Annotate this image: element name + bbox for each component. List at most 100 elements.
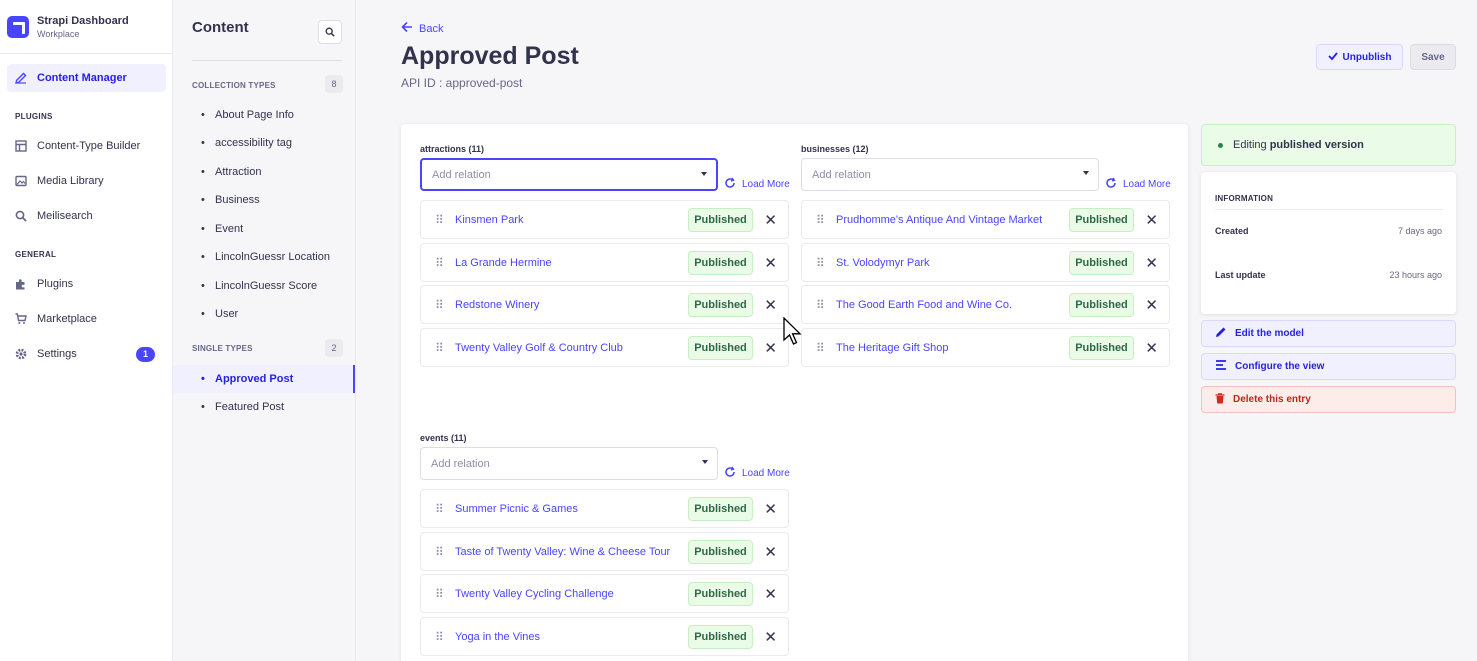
businesses-relation-select[interactable]: Add relation [801,158,1099,191]
subnav-title: Content [192,19,249,36]
remove-icon[interactable]: ✕ [764,211,777,229]
relation-link[interactable]: Redstone Winery [455,299,539,311]
status-badge: Published [688,539,753,564]
remove-icon[interactable]: ✕ [1145,254,1158,272]
configure-view-button[interactable]: Configure the view [1201,353,1456,380]
status-badge: Published [688,496,753,521]
subnav-item-label: accessibility tag [215,137,293,149]
relation-link[interactable]: Twenty Valley Golf & Country Club [455,342,623,354]
status-badge: Published [688,581,753,606]
relation-link[interactable]: St. Volodymyr Park [836,257,930,269]
drag-handle-icon[interactable]: ⠿ [435,214,444,226]
relation-row: ⠿ Twenty Valley Cycling Challenge Publis… [420,574,789,613]
trash-icon [1215,392,1225,407]
relation-link[interactable]: The Heritage Gift Shop [836,342,949,354]
remove-icon[interactable]: ✕ [764,500,777,518]
drag-handle-icon[interactable]: ⠿ [435,588,444,600]
subnav-item-lincolnguessr-location[interactable]: LincolnGuessr Location [173,243,355,271]
subnav-item-event[interactable]: Event [173,215,355,243]
subnav-item-featured-post[interactable]: Featured Post [173,393,355,421]
puzzle-icon [15,278,27,290]
load-more-label: Load More [742,179,790,190]
edit-model-button[interactable]: Edit the model [1201,320,1456,347]
remove-icon[interactable]: ✕ [764,339,777,357]
businesses-label: businesses (12) [801,144,869,154]
subnav-item-about-page-info[interactable]: About Page Info [173,101,355,129]
divider [1215,209,1443,210]
chevron-down-icon [701,172,707,176]
subnav-item-accessibility-tag[interactable]: accessibility tag [173,129,355,157]
subnav-item-label: Featured Post [215,401,285,413]
relation-link[interactable]: Twenty Valley Cycling Challenge [455,588,614,600]
pencil-icon [15,72,27,84]
nav-item-meilisearch[interactable]: Meilisearch [0,202,172,230]
attractions-load-more[interactable]: Load More [724,177,790,192]
attractions-relation-select[interactable]: Add relation [420,158,718,191]
remove-icon[interactable]: ✕ [764,585,777,603]
subnav-search-button[interactable] [318,20,342,44]
nav-item-content-type-builder[interactable]: Content-Type Builder [0,132,172,160]
remove-icon[interactable]: ✕ [1145,211,1158,229]
relation-link[interactable]: Taste of Twenty Valley: Wine & Cheese To… [455,546,670,558]
drag-handle-icon[interactable]: ⠿ [435,299,444,311]
businesses-load-more[interactable]: Load More [1105,177,1171,192]
remove-icon[interactable]: ✕ [1145,339,1158,357]
nav-item-plugins[interactable]: Plugins [0,270,172,298]
drag-handle-icon[interactable]: ⠿ [816,214,825,226]
unpublish-button[interactable]: Unpublish [1316,44,1403,70]
remove-icon[interactable]: ✕ [764,543,777,561]
subnav-item-attraction[interactable]: Attraction [173,158,355,186]
relation-link[interactable]: La Grande Hermine [455,257,552,269]
delete-entry-button[interactable]: Delete this entry [1201,386,1456,413]
subnav-item-approved-post[interactable]: Approved Post [173,365,355,393]
list-icon [1215,359,1227,374]
subnav-item-lincolnguessr-score[interactable]: LincolnGuessr Score [173,272,355,300]
relation-row: ⠿ Kinsmen Park Published ✕ [420,200,789,239]
single-types-count: 2 [325,339,343,357]
status-badge: Published [1069,207,1134,232]
status-badge: Published [688,250,753,275]
remove-icon[interactable]: ✕ [764,628,777,646]
strapi-logo-icon [7,15,29,38]
drag-handle-icon[interactable]: ⠿ [435,257,444,269]
drag-handle-icon[interactable]: ⠿ [435,546,444,558]
nav-item-media-library[interactable]: Media Library [0,167,172,195]
subnav-item-user[interactable]: User [173,300,355,328]
events-relation-select[interactable]: Add relation [420,447,718,480]
pencil-icon [1215,326,1227,341]
relation-link[interactable]: Kinsmen Park [455,214,523,226]
brand[interactable]: Strapi Dashboard Workplace [0,0,172,54]
subnav-item-business[interactable]: Business [173,186,355,214]
gear-icon [15,348,27,360]
nav-item-marketplace[interactable]: Marketplace [0,305,172,333]
relation-link[interactable]: Summer Picnic & Games [455,503,578,515]
drag-handle-icon[interactable]: ⠿ [435,342,444,354]
status-prefix: Editing [1233,139,1267,151]
back-link[interactable]: Back [401,20,443,37]
nav-item-settings[interactable]: Settings 1 [0,340,172,368]
subnav-item-label: User [215,308,239,320]
divider [192,60,342,61]
events-load-more[interactable]: Load More [724,466,790,481]
drag-handle-icon[interactable]: ⠿ [435,503,444,515]
collection-types-count: 8 [325,75,343,93]
main-nav: Strapi Dashboard Workplace Content Manag… [0,0,173,661]
relation-link[interactable]: Yoga in the Vines [455,631,540,643]
relation-link[interactable]: The Good Earth Food and Wine Co. [836,299,1012,311]
nav-item-content-manager[interactable]: Content Manager [7,64,166,92]
drag-handle-icon[interactable]: ⠿ [816,299,825,311]
information-title: INFORMATION [1215,194,1274,203]
relation-link[interactable]: Prudhomme's Antique And Vintage Market [836,214,1042,226]
status-dot-icon [1218,142,1223,148]
cart-icon [15,313,27,325]
nav-item-label: Media Library [37,175,104,187]
remove-icon[interactable]: ✕ [1145,296,1158,314]
remove-icon[interactable]: ✕ [764,254,777,272]
save-button[interactable]: Save [1410,44,1456,70]
content-subnav: Content COLLECTION TYPES 8 About Page In… [173,0,356,661]
remove-icon[interactable]: ✕ [764,296,777,314]
drag-handle-icon[interactable]: ⠿ [435,631,444,643]
drag-handle-icon[interactable]: ⠿ [816,257,825,269]
relation-row: ⠿ The Good Earth Food and Wine Co. Publi… [801,285,1170,324]
drag-handle-icon[interactable]: ⠿ [816,342,825,354]
